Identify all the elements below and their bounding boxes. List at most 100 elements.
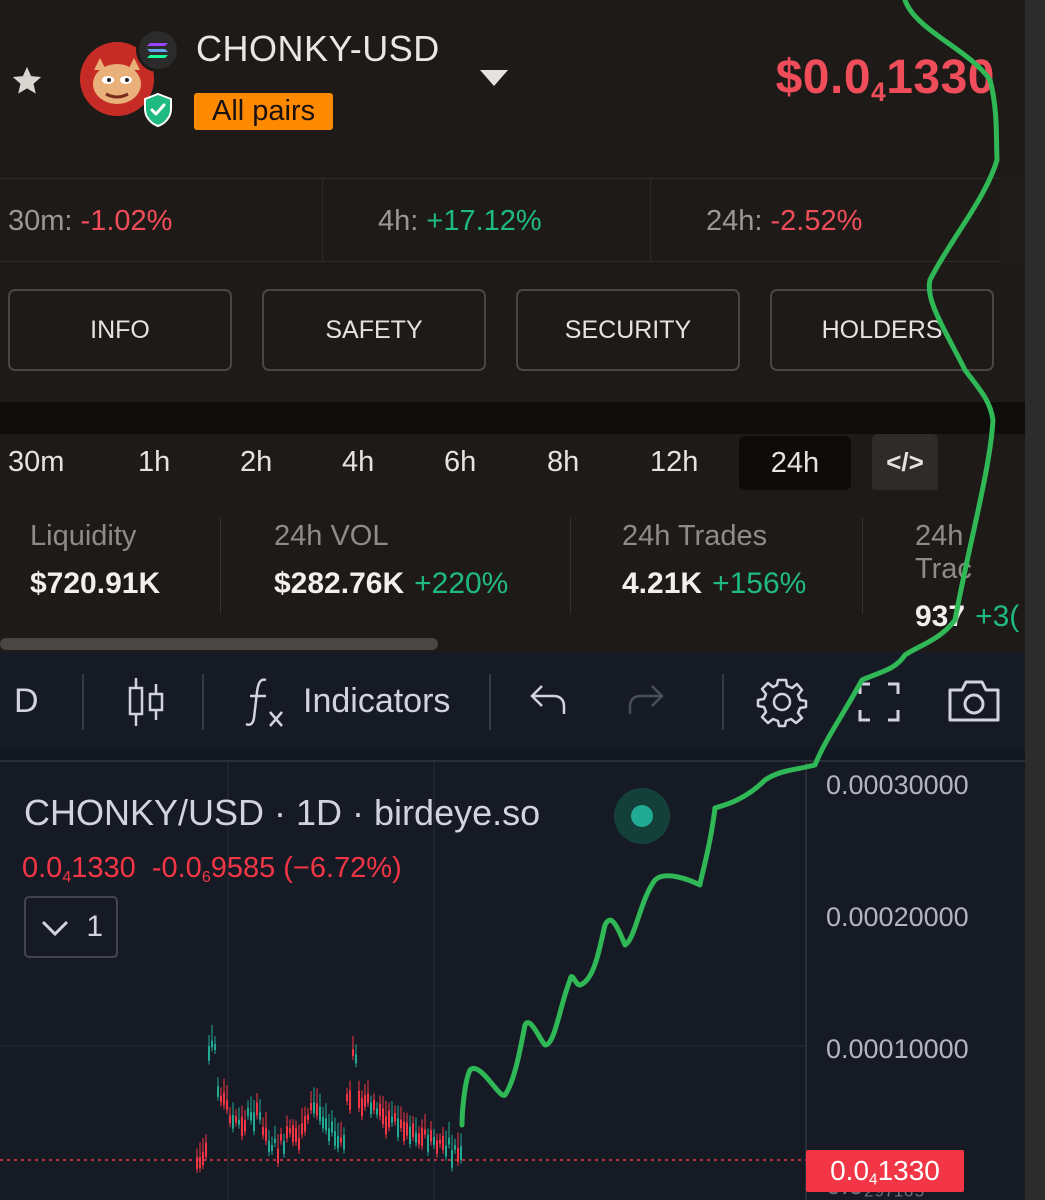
chart-area[interactable]: CHONKY/USD · 1D · birdeye.so 0.041330 -0…: [0, 760, 1025, 1200]
candle-body: [217, 1086, 219, 1097]
solana-icon: [136, 28, 180, 72]
y-axis-label: 0.00030000: [826, 770, 969, 800]
candle-body: [304, 1116, 306, 1132]
timeframe-8h[interactable]: 8h: [547, 434, 579, 490]
tab-holders[interactable]: HOLDERS: [770, 289, 994, 371]
candle-body: [283, 1141, 285, 1154]
timeframe-4h[interactable]: 4h: [342, 434, 374, 490]
timeframe-1h[interactable]: 1h: [138, 434, 170, 490]
candle-body: [376, 1108, 378, 1115]
candle-body: [379, 1103, 381, 1117]
candle-body: [232, 1114, 234, 1129]
tab-info[interactable]: INFO: [8, 289, 232, 371]
candle-body: [445, 1145, 447, 1157]
candle-body: [361, 1097, 363, 1117]
stat-24h-volume: 24h VOL $282.76K +220%: [274, 520, 509, 600]
candle-body: [319, 1106, 321, 1122]
horizontal-scrollbar[interactable]: [0, 638, 438, 650]
candle-body: [295, 1127, 297, 1142]
price-change-row: 30m: -1.02% 4h: +17.12% 24h: -2.52%: [0, 178, 1000, 263]
candle-body: [238, 1119, 240, 1125]
candle-body: [409, 1126, 411, 1144]
stats-row: Liquidity $720.91K 24h VOL $282.76K +220%…: [0, 490, 1025, 650]
chart-toolbar: D Indicators: [0, 652, 1025, 750]
info-tabs: INFO SAFETY SECURITY HOLDERS: [0, 262, 1045, 402]
candle-body: [229, 1115, 231, 1124]
candle-body: [262, 1127, 264, 1136]
timeframe-6h[interactable]: 6h: [444, 434, 476, 490]
candle-body: [322, 1116, 324, 1129]
embed-code-button[interactable]: </>: [872, 434, 938, 492]
candle-body: [250, 1112, 252, 1121]
candle-body: [433, 1136, 435, 1145]
candle-body: [310, 1103, 312, 1111]
chart-symbol-title: CHONKY/USD · 1D · birdeye.so: [24, 792, 541, 833]
candle-body: [340, 1137, 342, 1143]
candle-body: [301, 1123, 303, 1135]
market-status-indicator[interactable]: [614, 788, 670, 844]
candle-body: [328, 1128, 330, 1142]
candle-body: [298, 1138, 300, 1150]
candle-body: [439, 1139, 441, 1144]
candle-body: [394, 1113, 396, 1122]
last-price-tag: 0.041330: [806, 1150, 964, 1192]
candlestick-series: [196, 1024, 462, 1173]
all-pairs-badge[interactable]: All pairs: [194, 93, 334, 130]
star-icon[interactable]: [10, 64, 44, 98]
candle-body: [460, 1146, 462, 1160]
indicators-button[interactable]: Indicators: [303, 652, 450, 750]
right-edge-strip: [1025, 0, 1045, 1200]
candle-body: [397, 1118, 399, 1138]
redo-icon[interactable]: [626, 682, 666, 718]
timeframe-2h[interactable]: 2h: [240, 434, 272, 490]
candle-body: [403, 1121, 405, 1141]
change-30m: 30m: -1.02%: [8, 205, 173, 237]
candle-body: [199, 1157, 201, 1169]
candle-body: [253, 1112, 255, 1132]
pair-title: CHONKY-USD: [196, 28, 440, 69]
timeframe-selector: 30m 1h 2h 4h 6h 8h 12h 24h </>: [0, 434, 1025, 492]
candle-body: [442, 1135, 444, 1150]
interval-button[interactable]: D: [14, 652, 39, 750]
candle-body: [268, 1140, 270, 1153]
candle-body: [358, 1090, 360, 1109]
candle-body: [427, 1134, 429, 1152]
candle-body: [406, 1122, 408, 1136]
timeframe-30m[interactable]: 30m: [8, 434, 64, 490]
stat-24h-traders: 24h Trac 937 +3(: [915, 520, 1020, 633]
candle-body: [352, 1049, 354, 1057]
candle-body: [346, 1093, 348, 1102]
tab-security[interactable]: SECURITY: [516, 289, 740, 371]
candle-body: [226, 1100, 228, 1110]
candle-body: [289, 1128, 291, 1134]
candle-body: [307, 1114, 309, 1120]
candle-body: [448, 1137, 450, 1145]
candle-body: [214, 1044, 216, 1051]
settings-gear-icon[interactable]: [756, 676, 808, 728]
candle-body: [421, 1127, 423, 1146]
timeframe-24h[interactable]: 24h: [739, 436, 851, 490]
ohlc-legend: 0.041330 -0.069585 (−6.72%): [22, 852, 402, 886]
stat-24h-trades: 24h Trades 4.21K +156%: [622, 520, 807, 600]
y-axis-label: 0.00010000: [826, 1034, 969, 1064]
tab-safety[interactable]: SAFETY: [262, 289, 486, 371]
candle-body: [208, 1045, 210, 1061]
candle-body: [271, 1145, 273, 1152]
camera-icon[interactable]: [946, 678, 1002, 724]
candles-icon[interactable]: [124, 676, 168, 728]
candle-body: [274, 1138, 276, 1144]
candle-body: [454, 1145, 456, 1150]
candle-body: [382, 1108, 384, 1125]
legend-collapse-button[interactable]: 1: [24, 896, 118, 958]
candle-body: [355, 1054, 357, 1064]
candle-body: [457, 1147, 459, 1163]
fullscreen-icon[interactable]: [856, 680, 902, 724]
dropdown-caret-icon[interactable]: [478, 68, 510, 88]
candle-body: [256, 1102, 258, 1116]
undo-icon[interactable]: [528, 682, 568, 718]
candle-body: [370, 1102, 372, 1114]
timeframe-12h[interactable]: 12h: [650, 434, 698, 490]
candle-body: [364, 1095, 366, 1107]
current-price: $0.041330: [775, 51, 995, 107]
fx-icon[interactable]: [244, 674, 288, 730]
